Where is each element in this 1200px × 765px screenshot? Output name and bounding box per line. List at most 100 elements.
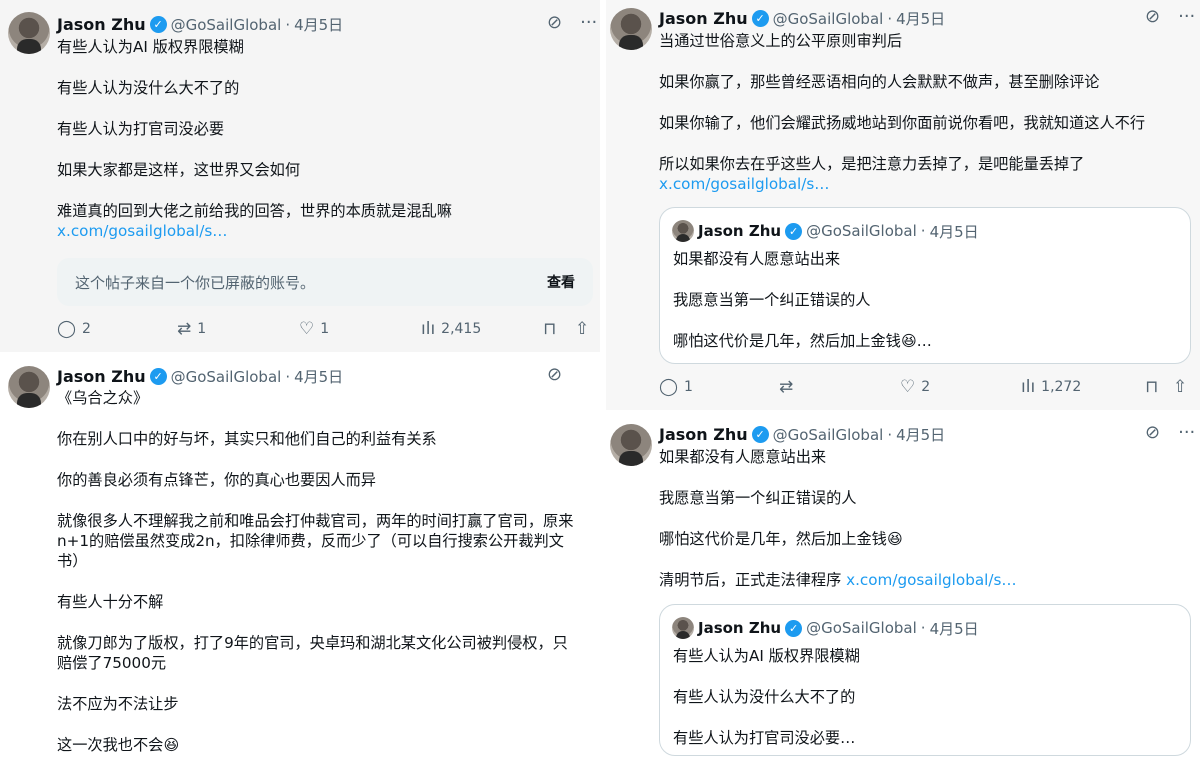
separator: · [920, 222, 926, 240]
author-handle[interactable]: @GoSailGlobal [773, 10, 884, 28]
views-button[interactable]: ılı 1,272 [1021, 377, 1145, 397]
top-actions: ⊘ ··· [547, 12, 597, 33]
avatar[interactable] [8, 366, 50, 408]
tweet-header: Jason Zhu ✓ @GoSailGlobal · 4月5日 [659, 8, 945, 29]
share-icon: ⇧ [575, 319, 590, 339]
author-name[interactable]: Jason Zhu [57, 367, 146, 386]
quote-header: Jason Zhu ✓ @GoSailGlobal · 4月5日 [672, 220, 979, 242]
view-button[interactable]: 查看 [547, 272, 575, 292]
repost-icon: ⇄ [177, 319, 192, 339]
reply-button[interactable]: ◯ 1 [659, 377, 779, 397]
views-count: 2,415 [441, 321, 482, 337]
quote-date: 4月5日 [929, 222, 979, 241]
quote-line: 我愿意当第一个纠正错误的人 [673, 291, 871, 309]
tweet-4[interactable]: Jason Zhu ✓ @GoSailGlobal · 4月5日 ⊘ ··· 如… [600, 410, 1200, 765]
text-line: 这一次我也不会😆 [57, 736, 180, 754]
post-date[interactable]: 4月5日 [896, 8, 945, 29]
reply-count: 2 [82, 321, 91, 337]
more-icon[interactable]: ··· [1178, 422, 1195, 443]
like-count: 1 [320, 321, 330, 337]
avatar[interactable] [610, 424, 652, 466]
tweet-link[interactable]: x.com/gosailglobal/s… [57, 221, 452, 241]
separator: · [920, 619, 926, 637]
more-icon[interactable]: ··· [580, 12, 597, 33]
quote-text: 有些人认为AI 版权界限模糊 有些人认为没什么大不了的 有些人认为打官司没必要… [673, 646, 860, 765]
action-bar: ◯ 1 ⇄ ♡ 2 ılı 1,272 ⊓ ⇧ [659, 377, 1191, 397]
text-line: 如果大家都是这样，这世界又会如何 [57, 161, 300, 179]
views-button[interactable]: ılı 2,415 [421, 319, 543, 339]
text-line: 有些人认为没什么大不了的 [57, 79, 240, 97]
text-line: 法不应为不法让步 [57, 695, 179, 713]
tweet-text: 当通过世俗意义上的公平原则审判后 如果你赢了，那些曾经恶语相向的人会默默不做声，… [659, 31, 1145, 215]
top-actions: ⊘ [547, 364, 562, 385]
separator: · [285, 15, 291, 34]
repost-button[interactable]: ⇄ 1 [177, 319, 299, 339]
avatar[interactable] [610, 8, 652, 50]
author-handle[interactable]: @GoSailGlobal [171, 368, 282, 386]
author-handle[interactable]: @GoSailGlobal [171, 16, 282, 34]
tweet-1[interactable]: Jason Zhu ✓ @GoSailGlobal · 4月5日 ⊘ ··· 有… [0, 0, 600, 352]
quote-handle: @GoSailGlobal [806, 619, 917, 637]
quote-handle: @GoSailGlobal [806, 222, 917, 240]
post-date[interactable]: 4月5日 [294, 14, 343, 35]
quote-author-name: Jason Zhu [698, 619, 782, 637]
like-count: 2 [921, 379, 931, 395]
verified-badge-icon: ✓ [149, 368, 167, 385]
quote-author-name: Jason Zhu [698, 222, 782, 240]
author-handle[interactable]: @GoSailGlobal [773, 426, 884, 444]
post-date[interactable]: 4月5日 [294, 366, 343, 387]
text-line: 就像刀郎为了版权，打了9年的官司，央卓玛和湖北某文化公司被判侵权，只 赔偿了75… [57, 634, 568, 672]
author-name[interactable]: Jason Zhu [57, 15, 146, 34]
grok-icon[interactable]: ⊘ [1145, 422, 1160, 443]
quote-date: 4月5日 [929, 619, 979, 638]
repost-button[interactable]: ⇄ [779, 377, 900, 397]
grok-icon[interactable]: ⊘ [1145, 6, 1160, 27]
more-icon[interactable]: ··· [1178, 6, 1195, 27]
avatar[interactable] [8, 12, 50, 54]
reply-count: 1 [684, 379, 693, 395]
text-line: 所以如果你去在乎这些人，是把注意力丢掉了，是吧能量丢掉了 [659, 155, 1085, 173]
reply-button[interactable]: ◯ 2 [57, 319, 177, 339]
separator: · [887, 425, 893, 444]
quoted-tweet[interactable]: Jason Zhu ✓ @GoSailGlobal · 4月5日 如果都没有人愿… [659, 207, 1191, 364]
top-actions: ⊘ ··· [1145, 422, 1195, 443]
views-count: 1,272 [1041, 379, 1082, 395]
quote-line: 有些人认为打官司没必要… [673, 729, 856, 747]
text-line: 你的善良必须有点锋芒，你的真心也要因人而异 [57, 471, 376, 489]
share-icon: ⇧ [1173, 377, 1188, 397]
tweet-link[interactable]: x.com/gosailglobal/s… [846, 571, 1017, 589]
tweet-header: Jason Zhu ✓ @GoSailGlobal · 4月5日 [57, 366, 343, 387]
bookmark-button[interactable]: ⊓ [543, 319, 575, 339]
tweet-text: 如果都没有人愿意站出来 我愿意当第一个纠正错误的人 哪怕这代价是几年，然后加上金… [659, 447, 1017, 611]
tweet-3[interactable]: Jason Zhu ✓ @GoSailGlobal · 4月5日 ⊘ ··· 当… [600, 0, 1200, 410]
repost-icon: ⇄ [779, 377, 794, 397]
like-icon: ♡ [299, 319, 315, 339]
reply-icon: ◯ [659, 377, 679, 397]
tweet-text: 有些人认为AI 版权界限模糊 有些人认为没什么大不了的 有些人认为打官司没必要 … [57, 37, 452, 262]
like-button[interactable]: ♡ 1 [299, 319, 421, 339]
text-line: 难道真的回到大佬之前给我的回答，世界的本质就是混乱嘛 [57, 202, 452, 220]
tweet-text: 《乌合之众》 你在别人口中的好与坏，其实只和他们自己的利益有关系 你的善良必须有… [57, 388, 573, 765]
tweet-2[interactable]: Jason Zhu ✓ @GoSailGlobal · 4月5日 ⊘ 《乌合之众… [0, 352, 600, 765]
grok-icon[interactable]: ⊘ [547, 364, 562, 385]
post-date[interactable]: 4月5日 [896, 424, 945, 445]
text-line: 如果你赢了，那些曾经恶语相向的人会默默不做声，甚至删除评论 [659, 73, 1100, 91]
author-name[interactable]: Jason Zhu [659, 425, 748, 444]
share-button[interactable]: ⇧ [575, 319, 589, 339]
quoted-tweet[interactable]: Jason Zhu ✓ @GoSailGlobal · 4月5日 有些人认为AI… [659, 604, 1191, 756]
text-line: 有些人十分不解 [57, 593, 164, 611]
text-line: 清明节后，正式走法律程序 x.com/gosailglobal/s… [659, 570, 1017, 590]
quote-avatar [672, 220, 694, 242]
verified-badge-icon: ✓ [751, 426, 769, 443]
author-name[interactable]: Jason Zhu [659, 9, 748, 28]
quote-text: 如果都没有人愿意站出来 我愿意当第一个纠正错误的人 哪怕这代价是几年，然后加上金… [673, 249, 932, 372]
like-button[interactable]: ♡ 2 [900, 377, 1021, 397]
bookmark-icon: ⊓ [543, 319, 557, 339]
share-button[interactable]: ⇧ [1173, 377, 1187, 397]
quote-line: 如果都没有人愿意站出来 [673, 250, 841, 268]
text-line: 有些人认为打官司没必要 [57, 120, 225, 138]
grok-icon[interactable]: ⊘ [547, 12, 562, 33]
separator: · [887, 9, 893, 28]
bookmark-button[interactable]: ⊓ [1145, 377, 1173, 397]
tweet-link[interactable]: x.com/gosailglobal/s… [659, 174, 1145, 194]
